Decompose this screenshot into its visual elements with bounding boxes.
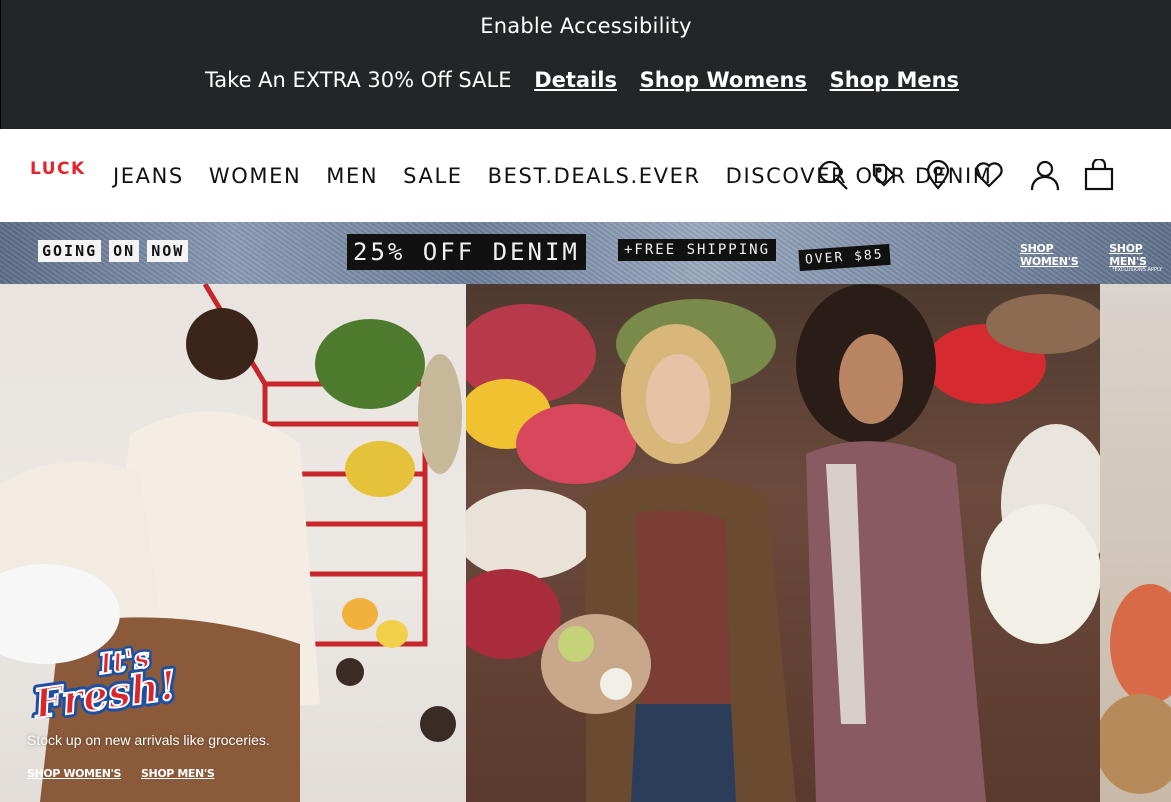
location-pin-icon[interactable] xyxy=(920,157,956,193)
banner-shop-mens-link[interactable]: SHOP MEN'S xyxy=(1109,242,1171,268)
main-nav: LUCK JEANS WOMEN MEN SALE BEST.DEALS.EVE… xyxy=(0,129,1171,222)
free-shipping-tag: +FREE SHIPPING xyxy=(618,239,777,261)
hero-image-edge xyxy=(1095,284,1171,802)
hero-shop-mens-link[interactable]: SHOP MEN'S xyxy=(141,767,215,780)
search-icon[interactable] xyxy=(815,157,851,193)
hero-men-illustration xyxy=(0,284,462,802)
hero-women-illustration xyxy=(451,284,1111,802)
hero-image-women xyxy=(451,284,1111,802)
off-denim-headline: 25% OFF DENIM xyxy=(347,234,586,270)
going-on-now-tags: GOING ON NOW xyxy=(38,240,189,262)
banner-shop-links: SHOP WOMEN'S SHOP MEN'S xyxy=(1020,242,1171,268)
exclusions-note: *EXCLUSIONS APPLY xyxy=(1112,267,1163,273)
enable-accessibility-link[interactable]: Enable Accessibility xyxy=(1,14,1171,38)
on-tag: ON xyxy=(109,240,140,262)
hero-shop-womens-link[interactable]: SHOP WOMEN'S xyxy=(27,767,121,780)
over-85-tag: OVER $85 xyxy=(798,243,891,272)
tag-icon[interactable] xyxy=(866,157,902,193)
nav-icons xyxy=(0,157,1171,197)
hero-edge-illustration xyxy=(1095,584,1171,794)
hero-image-men xyxy=(0,284,466,802)
promo-bar: Enable Accessibility Take An EXTRA 30% O… xyxy=(0,0,1171,129)
shop-womens-link[interactable]: Shop Womens xyxy=(640,68,807,92)
shop-mens-link[interactable]: Shop Mens xyxy=(830,68,959,92)
hero-subtitle: Stock up on new arrivals like groceries. xyxy=(27,732,270,748)
now-tag: NOW xyxy=(147,240,189,262)
promo-text: Take An EXTRA 30% Off SALE xyxy=(204,68,512,92)
heart-icon[interactable] xyxy=(971,157,1007,193)
its-fresh-logo: It's It's Fresh! Fresh! xyxy=(28,638,184,718)
shopping-bag-icon[interactable] xyxy=(1081,157,1117,193)
hero-shop-links: SHOP WOMEN'S SHOP MEN'S xyxy=(27,767,215,780)
account-icon[interactable] xyxy=(1027,157,1063,193)
banner-shop-womens-link[interactable]: SHOP WOMEN'S xyxy=(1020,242,1099,268)
hero-banner[interactable]: It's It's Fresh! Fresh! Stock up on new … xyxy=(0,284,1171,802)
promo-line: Take An EXTRA 30% Off SALE Details Shop … xyxy=(1,68,1171,92)
going-tag: GOING xyxy=(38,240,102,262)
denim-promo-banner[interactable]: GOING ON NOW 25% OFF DENIM +FREE SHIPPIN… xyxy=(0,222,1171,284)
details-link[interactable]: Details xyxy=(534,68,617,92)
